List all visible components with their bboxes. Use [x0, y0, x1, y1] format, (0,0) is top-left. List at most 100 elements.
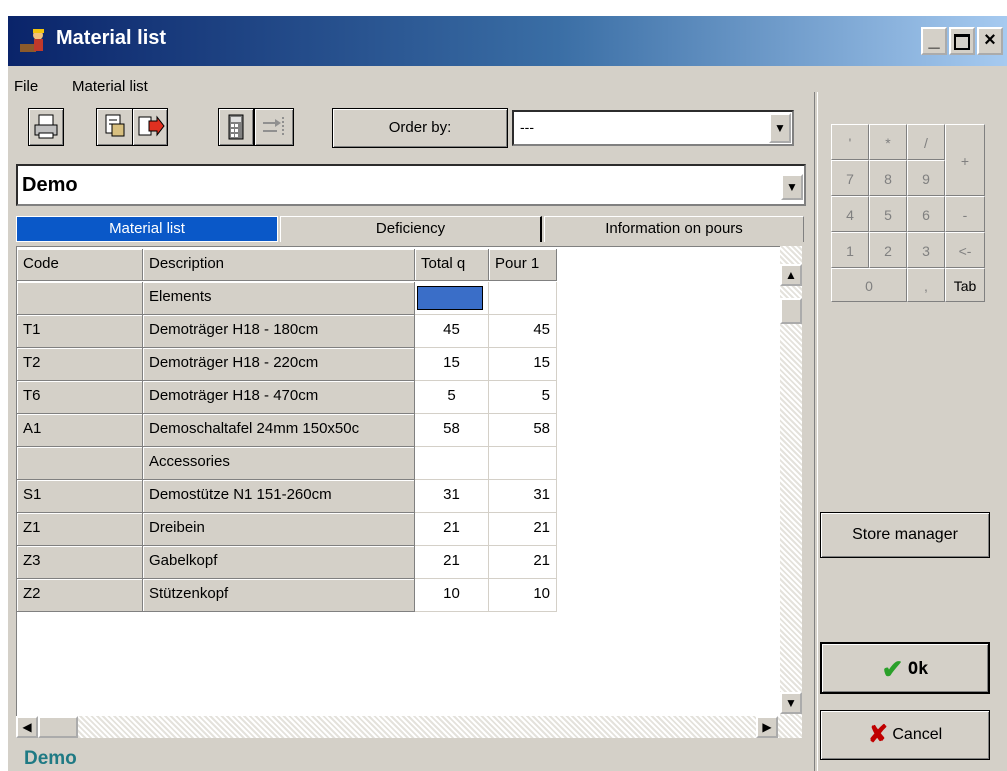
scroll-up-button[interactable]: ▲: [780, 264, 802, 286]
row-code-cell[interactable]: T1: [17, 315, 143, 348]
row-total-quantity-cell[interactable]: 15: [415, 348, 489, 381]
key-backspace[interactable]: <-: [945, 232, 985, 268]
key-1[interactable]: 1: [831, 232, 869, 268]
calculator-button[interactable]: [218, 108, 254, 146]
vertical-scroll-thumb[interactable]: [780, 298, 802, 324]
row-pour-1-cell[interactable]: [489, 282, 557, 315]
arrow-up-icon: ▲: [785, 268, 797, 282]
arrow-right-icon: ▶: [762, 720, 772, 734]
key-4[interactable]: 4: [831, 196, 869, 232]
menu-file[interactable]: File: [14, 78, 38, 95]
row-pour-1-cell[interactable]: 21: [489, 513, 557, 546]
menu-material-list[interactable]: Material list: [72, 78, 148, 95]
print-button[interactable]: [28, 108, 64, 146]
export-button[interactable]: [96, 108, 134, 146]
row-pour-1-cell[interactable]: [489, 447, 557, 480]
row-description-cell[interactable]: Demoträger H18 - 470cm: [143, 381, 415, 414]
row-total-quantity-cell[interactable]: [415, 282, 489, 315]
row-total-quantity-cell[interactable]: 45: [415, 315, 489, 348]
project-value: Demo: [22, 174, 78, 196]
row-code-cell[interactable]: Z1: [17, 513, 143, 546]
row-total-quantity-cell[interactable]: 10: [415, 579, 489, 612]
row-description-cell[interactable]: Demoträger H18 - 180cm: [143, 315, 415, 348]
row-total-quantity-cell[interactable]: 21: [415, 546, 489, 579]
horizontal-scroll-thumb[interactable]: [38, 716, 78, 738]
row-code-cell[interactable]: T6: [17, 381, 143, 414]
order-by-dropdown-button[interactable]: ▼: [769, 113, 791, 143]
row-pour-1-cell[interactable]: 15: [489, 348, 557, 381]
row-total-quantity-cell[interactable]: [415, 447, 489, 480]
horizontal-scrollbar[interactable]: ◀ ▶: [16, 716, 802, 738]
row-code-cell[interactable]: S1: [17, 480, 143, 513]
key-plus[interactable]: +: [945, 124, 985, 196]
project-dropdown-button[interactable]: ▼: [781, 174, 803, 200]
row-code-cell[interactable]: T2: [17, 348, 143, 381]
row-pour-1-cell[interactable]: 45: [489, 315, 557, 348]
export-red-button[interactable]: [132, 108, 168, 146]
row-code-cell[interactable]: Z3: [17, 546, 143, 579]
row-pour-1-cell[interactable]: 58: [489, 414, 557, 447]
order-by-button[interactable]: Order by:: [332, 108, 508, 148]
row-description-cell[interactable]: Demostütze N1 151-260cm: [143, 480, 415, 513]
project-select[interactable]: Demo ▼: [16, 164, 806, 206]
key-7[interactable]: 7: [831, 160, 869, 196]
scroll-down-button[interactable]: ▼: [780, 692, 802, 714]
row-pour-1-cell[interactable]: 5: [489, 381, 557, 414]
key-minus[interactable]: -: [945, 196, 985, 232]
row-code-cell[interactable]: Z2: [17, 579, 143, 612]
row-description-cell[interactable]: Stützenkopf: [143, 579, 415, 612]
minimize-button[interactable]: _: [921, 27, 947, 55]
key-8[interactable]: 8: [869, 160, 907, 196]
maximize-button[interactable]: [949, 27, 975, 55]
column-header-description[interactable]: Description: [143, 249, 415, 281]
key-tab[interactable]: Tab: [945, 268, 985, 302]
column-header-pour-1[interactable]: Pour 1: [489, 249, 557, 281]
row-total-quantity-cell[interactable]: 5: [415, 381, 489, 414]
calculator-icon: [228, 114, 244, 140]
status-text: Demo: [24, 748, 77, 769]
row-code-cell[interactable]: A1: [17, 414, 143, 447]
scroll-right-button[interactable]: ▶: [756, 716, 778, 738]
key-comma[interactable]: ,: [907, 268, 945, 302]
key-0[interactable]: 0: [831, 268, 907, 302]
row-total-quantity-cell[interactable]: 58: [415, 414, 489, 447]
row-description-cell[interactable]: Demoschaltafel 24mm 150x50c: [143, 414, 415, 447]
store-manager-button[interactable]: Store manager: [820, 512, 990, 558]
tab-deficiency[interactable]: Deficiency: [280, 216, 542, 242]
title-bar[interactable]: Material list _ ×: [8, 16, 1007, 66]
key-divide[interactable]: /: [907, 124, 945, 160]
ok-button[interactable]: ✔ Ok: [820, 642, 990, 694]
key-2[interactable]: 2: [869, 232, 907, 268]
key-6[interactable]: 6: [907, 196, 945, 232]
row-description-cell[interactable]: Demoträger H18 - 220cm: [143, 348, 415, 381]
row-description-cell[interactable]: Accessories: [143, 447, 415, 480]
scroll-left-button[interactable]: ◀: [16, 716, 38, 738]
key-3[interactable]: 3: [907, 232, 945, 268]
row-pour-1-cell[interactable]: 10: [489, 579, 557, 612]
row-code-cell[interactable]: [17, 447, 143, 480]
transfer-button[interactable]: [254, 108, 294, 146]
key-apostrophe[interactable]: ': [831, 124, 869, 160]
key-multiply[interactable]: *: [869, 124, 907, 160]
row-description-cell[interactable]: Dreibein: [143, 513, 415, 546]
column-header-code[interactable]: Code: [17, 249, 143, 281]
tab-material-list[interactable]: Material list: [16, 216, 278, 242]
row-pour-1-cell[interactable]: 21: [489, 546, 557, 579]
row-total-quantity-cell[interactable]: 31: [415, 480, 489, 513]
numeric-keypad: ' * / + 7 8 9 4 5 6 - 1 2 3 <- 0 , Tab: [831, 124, 985, 302]
menu-bar: File Material list: [8, 66, 814, 106]
close-icon: ×: [984, 29, 996, 51]
key-5[interactable]: 5: [869, 196, 907, 232]
row-description-cell[interactable]: Gabelkopf: [143, 546, 415, 579]
tab-information-on-pours[interactable]: Information on pours: [544, 216, 804, 242]
column-header-total-quantity[interactable]: Total q: [415, 249, 489, 281]
close-button[interactable]: ×: [977, 27, 1003, 55]
row-code-cell[interactable]: [17, 282, 143, 315]
key-9[interactable]: 9: [907, 160, 945, 196]
cancel-button[interactable]: ✘ Cancel: [820, 710, 990, 760]
vertical-scrollbar[interactable]: ▲ ▼: [780, 246, 802, 716]
row-description-cell[interactable]: Elements: [143, 282, 415, 315]
row-total-quantity-cell[interactable]: 21: [415, 513, 489, 546]
row-pour-1-cell[interactable]: 31: [489, 480, 557, 513]
order-by-select[interactable]: --- ▼: [512, 110, 794, 146]
